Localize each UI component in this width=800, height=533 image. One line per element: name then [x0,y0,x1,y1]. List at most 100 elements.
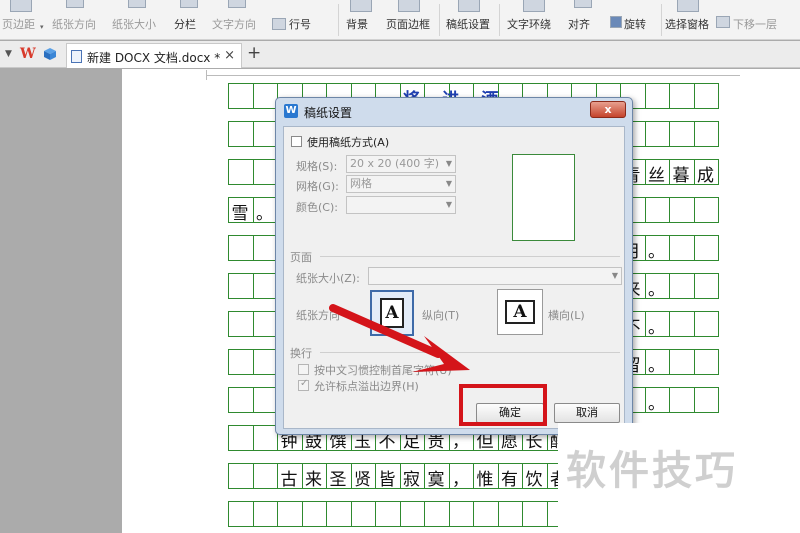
watermark-text: 软件技巧 [566,448,738,494]
page-border-label: 页面边框 [386,18,430,31]
cube-icon[interactable] [43,47,57,61]
grid-cell [669,235,695,261]
grid-cell [693,273,719,299]
line-number-label: 行号 [289,18,311,31]
rotate-icon [610,16,622,28]
manuscript-settings-button[interactable]: 稿纸设置 [446,0,494,40]
wps-logo[interactable]: W [20,46,36,62]
grid-preview [512,154,575,241]
page-margin-icon [10,0,32,12]
portrait-label: 纵向(T) [422,309,460,322]
grid-cell [228,83,254,109]
grid-character: 贤 [354,470,371,490]
text-wrap-icon [523,0,545,12]
check-icon: ✓ [300,378,309,389]
page-border-icon [398,0,420,12]
spec-value: 20 x 20 (400 字) [350,157,440,170]
grid-character: 有 [501,470,518,490]
paper-size-label: 纸张大小(Z): [296,272,360,285]
background-button[interactable]: 背景 [346,0,382,40]
chevron-down-icon: ▼ [445,159,452,168]
manuscript-settings-icon [458,0,480,12]
landscape-label: 横向(L) [548,309,585,322]
document-tab[interactable]: 新建 DOCX 文档.docx * × [66,43,242,68]
grid-cell [693,83,719,109]
move-down-button[interactable]: 下移一层 [716,0,800,40]
grid-cell [228,425,254,451]
paper-orientation-label: 纸张方向 [52,18,96,31]
punct-overflow-label: 允许标点溢出边界(H) [314,380,419,393]
text-direction-button[interactable]: 文字方向 [212,0,268,40]
grid-character: 。 [648,280,665,300]
grid-cell [228,159,254,185]
grid-cell [669,197,695,223]
selection-pane-icon [677,0,699,12]
grid-character: 。 [648,394,665,414]
grid-cell [644,121,670,147]
paper-orientation-button[interactable]: 纸张方向 [52,0,102,40]
new-tab-icon[interactable]: + [247,43,261,63]
selection-pane-button[interactable]: 选择窗格 [665,0,713,40]
grid-cell [399,501,425,527]
text-wrap-label: 文字环绕 [507,18,551,31]
grid-cell [693,311,719,337]
close-tab-icon[interactable]: × [224,48,235,63]
dialog-title: 稿纸设置 [304,106,353,120]
paper-size-select[interactable]: ▼ [368,267,622,285]
selection-pane-label: 选择窗格 [665,18,709,31]
dialog-titlebar[interactable]: W 稿纸设置 x [276,98,632,124]
align-label: 对齐 [568,18,590,31]
portrait-page-icon: A [380,298,404,328]
use-grid-checkbox[interactable] [291,136,302,147]
document-tab-bar: ▼ W 新建 DOCX 文档.docx * × + [0,41,800,68]
document-tab-title: 新建 DOCX 文档.docx * [87,51,221,65]
portrait-option[interactable]: A [370,290,414,336]
line-number-button[interactable]: 行号 [272,0,328,40]
grid-cell [228,235,254,261]
rotate-button[interactable]: 旋转 [606,0,660,40]
chinese-wrap-checkbox[interactable] [298,364,309,375]
page-margin-button[interactable]: 页边距 ▾ [2,0,44,40]
grid-character: 成 [697,166,714,186]
grid-character: 古 [280,470,298,490]
landscape-option[interactable]: A [497,289,543,335]
grid-character: 。 [648,242,665,262]
columns-button[interactable]: 分栏 [174,0,208,40]
text-direction-label: 文字方向 [212,18,256,31]
grid-character: 雪 [231,204,249,224]
align-button[interactable]: 对齐 [568,0,602,40]
tab-menu-arrow-icon[interactable]: ▼ [5,49,12,59]
page-margin-guide [206,75,740,76]
text-wrap-button[interactable]: 文字环绕 [507,0,563,40]
page-border-button[interactable]: 页面边框 [386,0,434,40]
grid-cell [693,387,719,413]
dialog-close-button[interactable]: x [590,101,626,118]
grid-character: 。 [648,356,665,376]
wrap-section-label: 换行 [290,347,312,360]
use-grid-label: 使用稿纸方式(A) [307,136,390,149]
grid-cell [693,235,719,261]
cancel-button[interactable]: 取消 [554,403,620,423]
paper-size-label: 纸张大小 [112,18,156,31]
page-section-label: 页面 [290,251,312,264]
grid-character: 皆 [378,470,396,490]
grid-character: 丝 [648,166,665,186]
grid-cell [669,121,695,147]
color-select[interactable]: ▼ [346,196,456,214]
dialog-body: 使用稿纸方式(A) 规格(S): 20 x 20 (400 字) ▼ 网格(G):… [283,126,625,429]
grid-cell [301,501,327,527]
spec-select[interactable]: 20 x 20 (400 字) ▼ [346,155,456,173]
grid-label: 网格(G): [296,180,339,193]
paper-size-button[interactable]: 纸张大小 [112,0,168,40]
grid-cell [375,501,401,527]
grid-cell [228,501,254,527]
grid-character: ， [452,470,469,490]
grid-character: 饮 [525,470,543,490]
grid-cell [228,273,254,299]
grid-cell [497,501,523,527]
chevron-down-icon: ▼ [445,200,452,209]
grid-cell [522,501,548,527]
grid-select[interactable]: 网格 ▼ [346,175,456,193]
punct-overflow-checkbox[interactable]: ✓ [298,378,309,391]
grid-cell [644,197,670,223]
